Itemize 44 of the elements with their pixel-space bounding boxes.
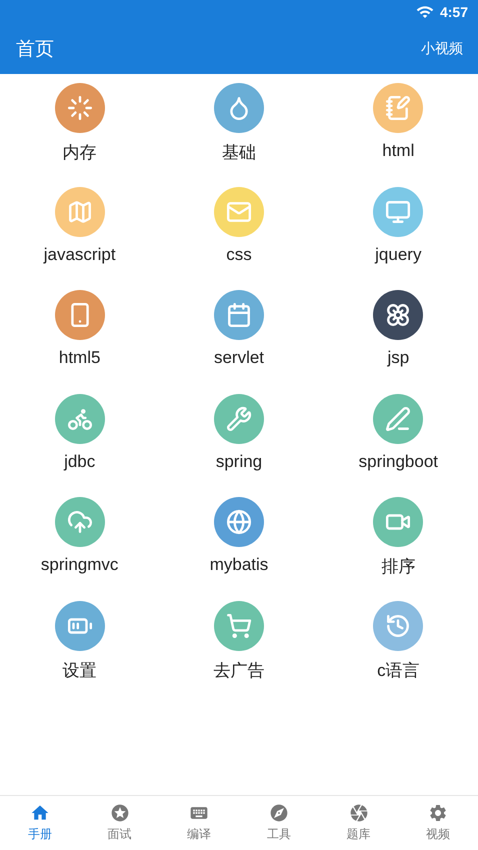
tile-label: 基础 [222, 142, 256, 164]
settings-icon [428, 803, 448, 823]
tile-label: 内存 [62, 142, 97, 164]
tile-label: 去广告 [213, 660, 264, 682]
star-icon [110, 803, 130, 823]
compass-icon [268, 803, 289, 823]
nav-tab[interactable]: 手册 [0, 796, 80, 850]
globe-tile-icon[interactable] [214, 497, 264, 547]
notepad-tile-icon[interactable] [373, 83, 424, 133]
tab-label: 手册 [28, 826, 52, 843]
nav-tab[interactable]: 编译 [159, 796, 240, 850]
tab-label: 视频 [426, 826, 450, 843]
tab-label: 面试 [108, 826, 132, 843]
aperture-icon [348, 803, 369, 823]
tile-label: servlet [214, 348, 264, 368]
tile-label: springmvc [40, 555, 118, 575]
nav-tab[interactable]: 面试 [80, 796, 160, 850]
tile-label: javascript [44, 244, 116, 264]
tile-label: jquery [375, 244, 422, 264]
tile-label: mybatis [210, 555, 268, 575]
tile-label: springboot [358, 452, 438, 472]
flower-tile-icon[interactable] [373, 290, 424, 340]
tile-label: html5 [58, 348, 100, 368]
nav-tab[interactable]: 题库 [318, 796, 398, 850]
nav-tab[interactable]: 工具 [239, 796, 319, 850]
tile-label: jsp [387, 348, 410, 368]
clock-time: 4:57 [440, 4, 468, 20]
short-video-link[interactable]: 小视频 [421, 40, 463, 58]
loader-tile-icon[interactable] [54, 83, 105, 133]
droplet-tile-icon[interactable] [214, 83, 264, 133]
tab-label: 题库 [346, 826, 371, 843]
tile-label: 排序 [381, 556, 416, 578]
tile-label: html [382, 141, 414, 161]
nav-tab[interactable]: 视频 [398, 796, 478, 850]
tile-label: css [226, 244, 252, 264]
tab-label: 工具 [266, 826, 291, 843]
tab-label: 编译 [187, 826, 212, 843]
tile-label: spring [216, 452, 262, 472]
page-title: 首页 [16, 38, 54, 62]
tile-label: 设置 [62, 660, 97, 682]
tile-label: jdbc [64, 452, 96, 472]
calendar-tile-icon[interactable] [214, 290, 264, 340]
tile-label: c语言 [377, 660, 420, 682]
video-camera-tile-icon[interactable] [373, 497, 424, 547]
